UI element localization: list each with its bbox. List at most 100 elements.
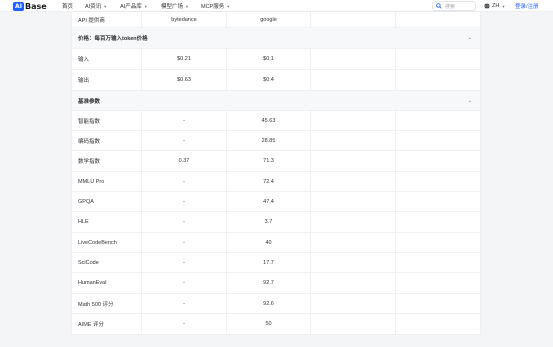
login-register-link[interactable]: 登录/注册 [515,0,539,12]
nav-item-model-plaza[interactable]: 模型广场 ▼ [161,0,189,12]
row-value: 92.6 [227,294,311,313]
empty-cell [396,111,480,130]
chevron-down-icon: ▼ [501,3,506,9]
row-label: AIME 评分 [72,314,142,334]
empty-cell [396,12,480,27]
price-section-header[interactable]: 价格：每百万输入token价格 ⌄ [72,28,480,49]
logo-mark: AI [13,1,24,11]
empty-cell [311,70,396,90]
chevron-down-icon: ▼ [143,3,148,9]
section-title: 基准参数 [78,98,101,105]
row-value: 72.4 [227,172,311,191]
empty-cell [396,314,480,334]
empty-cell [396,131,480,150]
table-row: AIME 评分 - 50 [72,314,480,334]
params-section-header[interactable]: 基准参数 ⌄ [72,91,480,111]
empty-cell [311,111,396,130]
row-value: 71.3 [227,151,311,171]
empty-cell [396,233,480,252]
row-label: 数学指数 [72,151,142,171]
empty-cell [311,192,396,211]
row-value: - [142,233,227,252]
empty-cell [311,233,396,252]
model-comparison-table: API 提供商 bytedance google 价格：每百万输入token价格… [72,12,480,334]
row-value: - [142,192,227,211]
empty-cell [396,151,480,171]
chevron-down-icon[interactable]: ⌄ [468,98,472,104]
row-value: 28.85 [227,131,311,150]
empty-cell [396,172,480,191]
table-row: 智能指数 - 45.63 [72,111,480,131]
row-value: 0.37 [142,151,227,171]
table-row: LiveCodeBench - 40 [72,233,480,253]
chevron-down-icon: ▼ [185,3,189,9]
empty-cell [311,12,396,27]
nav-item-label: MCP服务 [201,4,225,10]
globe-icon [484,3,490,9]
empty-cell [396,212,480,232]
logo-text: Base [25,1,47,11]
empty-cell [396,294,480,313]
nav-item-label: AI产品库 [120,4,142,10]
row-value: - [142,273,227,293]
row-value: 47.4 [227,192,311,211]
chevron-down-icon[interactable]: ⌄ [468,35,472,41]
row-value: 3.7 [227,212,311,232]
nav-item-label: 模型广场 [161,4,184,10]
language-label: ZH [492,3,500,9]
row-value: - [142,314,227,334]
empty-cell [311,131,396,150]
row-value: 17.7 [227,253,311,272]
row-value: - [142,253,227,272]
row-value: - [142,212,227,232]
table-row: API 提供商 bytedance google [72,12,480,28]
table-row: 输出 $0.63 $0.4 [72,70,480,91]
table-row: 数学指数 0.37 71.3 [72,151,480,172]
table-row: MMLU Pro - 72.4 [72,172,480,192]
nav-item-mcp[interactable]: MCP服务 ▼ [201,0,230,12]
row-value: $0.4 [227,70,311,90]
empty-cell [311,253,396,272]
chevron-down-icon: ▼ [103,3,108,9]
row-label: LiveCodeBench [72,233,142,252]
section-title: 价格：每百万输入token价格 [78,36,148,42]
search-input[interactable]: 搜索 [432,1,476,11]
empty-cell [311,151,396,171]
row-value: - [142,111,227,130]
empty-cell [396,273,480,293]
nav-item-ai-news[interactable]: AI资讯 ▼ [85,0,107,12]
table-row: 输入 $0.21 $0.1 [72,49,480,70]
row-label: SciCode [72,253,142,272]
chevron-down-icon: ▼ [226,3,231,9]
row-value: bytedance [142,12,227,27]
row-value: google [227,12,311,27]
empty-cell [396,70,480,90]
row-label: HLE [72,212,142,232]
language-selector[interactable]: ZH ▼ [484,0,505,12]
empty-cell [311,294,396,313]
nav-item-label: AI资讯 [85,4,102,10]
nav-item-label: 首页 [62,4,74,10]
row-value: 50 [227,314,311,334]
empty-cell [396,192,480,211]
row-label: 输出 [72,70,142,90]
table-row: HumanEval - 92.7 [72,273,480,294]
empty-cell [311,172,396,191]
table-row: HLE - 3.7 [72,212,480,233]
empty-cell [396,49,480,69]
row-label: MMLU Pro [72,172,142,191]
empty-cell [311,273,396,293]
nav-item-ai-products[interactable]: AI产品库 ▼ [120,0,148,12]
row-value: $0.63 [142,70,227,90]
search-icon [436,3,442,9]
row-value: - [142,131,227,150]
nav-item-home[interactable]: 首页 [62,0,73,12]
empty-cell [311,212,396,232]
logo[interactable]: AI Base [13,1,47,11]
row-value: 40 [227,233,311,252]
row-value: $0.21 [142,49,227,69]
row-value: 45.63 [227,111,311,130]
search-placeholder: 搜索 [445,3,456,10]
empty-cell [396,253,480,272]
top-navbar: AI Base 首页 AI资讯 ▼ AI产品库 ▼ 模型广场 ▼ MCP服务 ▼… [0,0,553,12]
